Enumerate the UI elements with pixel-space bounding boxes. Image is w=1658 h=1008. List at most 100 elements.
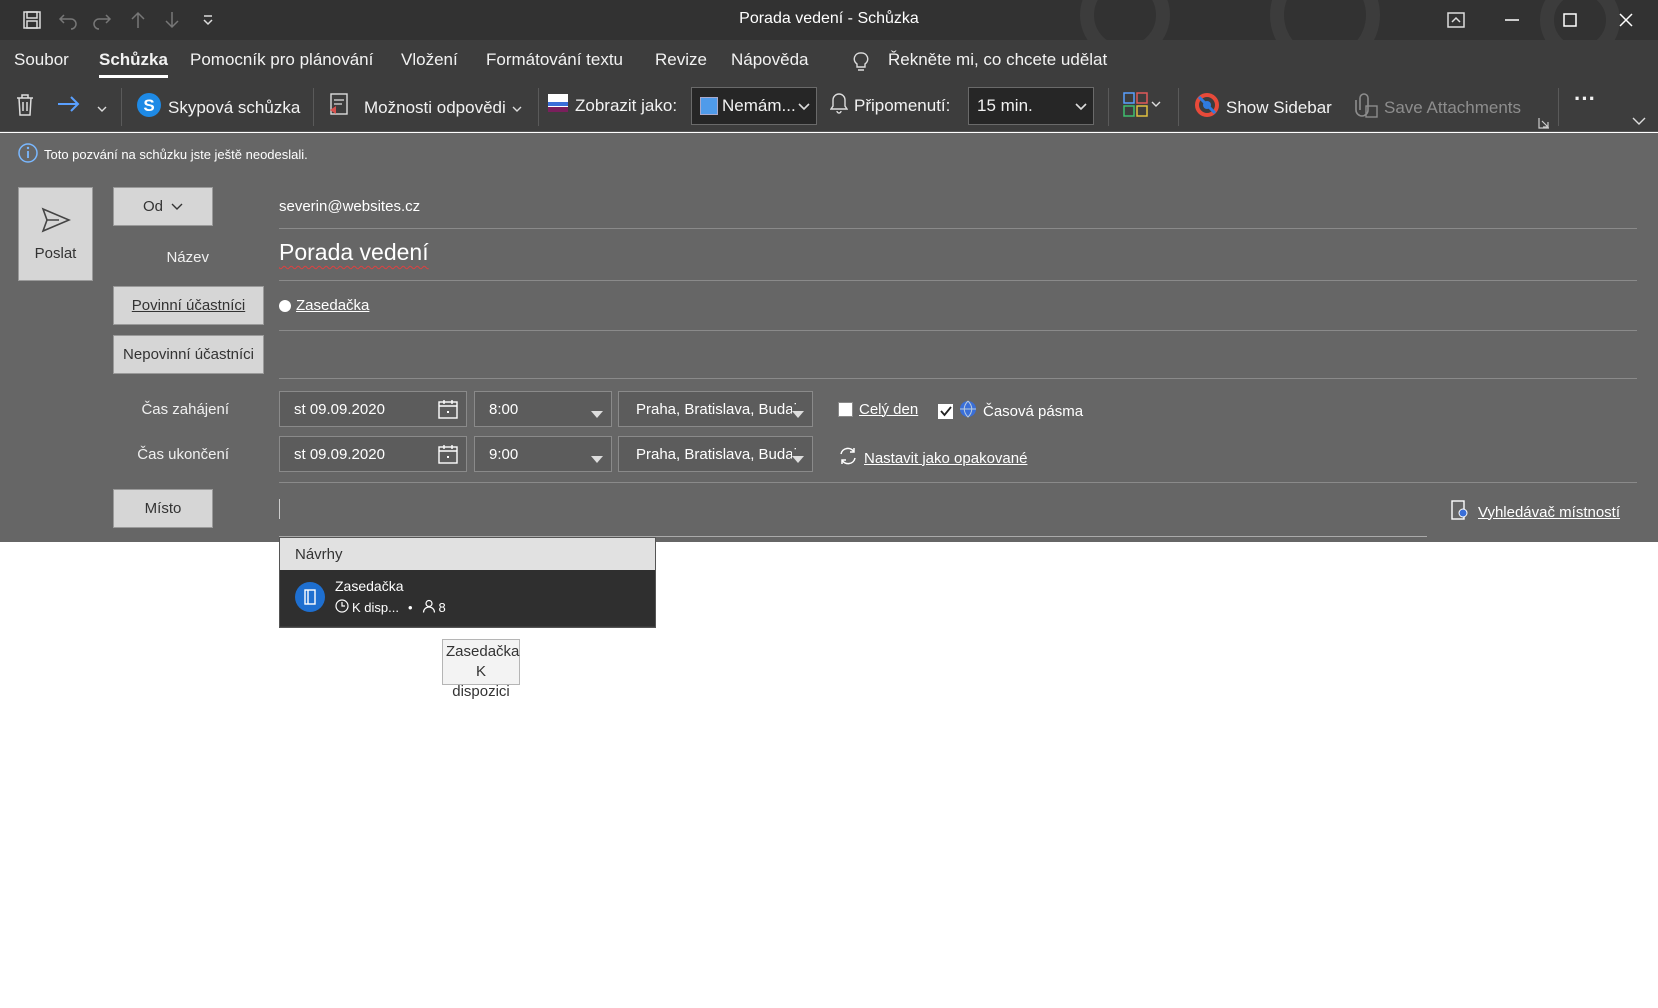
delete-icon[interactable] [14, 93, 36, 122]
show-as-value: Nemám... [722, 96, 796, 115]
ribbon-separator [313, 88, 314, 126]
tab-pomocnik[interactable]: Pomocník pro plánování [190, 50, 373, 70]
suggestion-details: K disp... • 8 [335, 599, 446, 616]
collapse-ribbon-icon[interactable] [1632, 113, 1646, 131]
minimize-icon[interactable] [1500, 8, 1524, 32]
sidebar-addin-icon [1194, 92, 1220, 123]
end-time-label: Čas ukončení [137, 446, 229, 463]
dropdown-arrow-icon [591, 406, 603, 423]
maximize-icon[interactable] [1558, 8, 1582, 32]
dropdown-arrow-icon [591, 451, 603, 468]
tell-me-search[interactable]: Řekněte mi, co chcete udělat [888, 50, 1107, 70]
end-timezone-select[interactable]: Praha, Bratislava, Budaj [618, 436, 813, 472]
response-options-button[interactable]: Možnosti odpovědi [328, 92, 522, 123]
start-timezone-select[interactable]: Praha, Bratislava, Budaj [618, 391, 813, 427]
ribbon-separator [1178, 88, 1179, 126]
show-sidebar-label: Show Sidebar [1226, 97, 1332, 117]
text-cursor [279, 499, 280, 519]
free-status-swatch [700, 97, 718, 115]
globe-icon [959, 400, 977, 422]
all-day-box [838, 402, 853, 417]
close-icon[interactable] [1614, 8, 1638, 32]
dropdown-arrow-icon [792, 451, 804, 468]
info-icon [18, 143, 38, 166]
show-as-select[interactable]: Nemám... [691, 87, 817, 125]
start-time-label: Čas zahájení [141, 401, 229, 418]
tab-soubor[interactable]: Soubor [14, 50, 69, 70]
all-day-checkbox[interactable]: Celý den [838, 401, 918, 418]
suggestions-header: Návrhy [280, 538, 655, 570]
required-attendees-button[interactable]: Povinní účastníci [113, 286, 264, 325]
availability-dot-icon [279, 299, 291, 312]
show-as-label-group: Zobrazit jako: [547, 92, 677, 119]
tab-schuzka[interactable]: Schůzka [99, 50, 168, 78]
clock-icon [335, 599, 349, 616]
dropdown-arrow-icon [792, 406, 804, 423]
send-icon [41, 207, 71, 237]
info-bar: Toto pozvání na schůzku jste ještě neode… [18, 143, 308, 166]
location-suggestions-dropdown: Návrhy Zasedačka K disp... • 8 [279, 537, 656, 628]
reminder-label: Připomenutí: [854, 95, 951, 115]
save-attachments-label: Save Attachments [1384, 97, 1522, 117]
categorize-icon[interactable] [1123, 92, 1163, 123]
start-time-select[interactable]: 8:00 [474, 391, 612, 427]
ribbon-display-icon[interactable] [1444, 8, 1468, 32]
time-zones-label: Časová pásma [983, 402, 1084, 420]
start-time-value: 8:00 [489, 400, 519, 418]
field-divider [279, 330, 1637, 331]
attendee-chip[interactable]: Zasedačka [296, 297, 369, 314]
tab-formatovani[interactable]: Formátování textu [486, 50, 623, 70]
calendar-icon[interactable] [438, 444, 458, 468]
recurrence-button[interactable]: Nastavit jako opakované [838, 446, 1027, 470]
chevron-down-icon [512, 98, 522, 118]
room-finder-icon [1450, 499, 1470, 525]
lightbulb-icon [852, 52, 870, 77]
show-as-icon [547, 92, 569, 119]
tab-napoveda[interactable]: Nápověda [731, 50, 809, 70]
suggestion-item[interactable]: Zasedačka K disp... • 8 [280, 570, 655, 626]
start-timezone-value: Praha, Bratislava, Budaj [636, 400, 797, 418]
from-email: severin@websites.cz [279, 198, 421, 215]
show-as-label: Zobrazit jako: [575, 95, 678, 115]
tab-vlozeni[interactable]: Vložení [401, 50, 458, 70]
location-button[interactable]: Místo [113, 489, 213, 528]
field-divider [279, 378, 1637, 379]
skype-meeting-button[interactable]: S Skypová schůzka [136, 92, 300, 123]
ribbon-separator [121, 88, 122, 126]
chevron-down-icon [1075, 97, 1087, 120]
suggestion-availability: K disp... [352, 600, 399, 615]
title-input[interactable]: Porada vedení [279, 239, 429, 266]
from-button[interactable]: Od [113, 187, 213, 226]
reminder-select[interactable]: 15 min. [968, 87, 1094, 125]
room-finder-label: Vyhledávač místností [1478, 503, 1621, 521]
skype-meeting-label: Skypová schůzka [168, 97, 301, 117]
checkmark-icon [938, 403, 953, 419]
response-options-icon [328, 92, 352, 123]
send-button[interactable]: Poslat [18, 187, 93, 281]
suggestion-capacity: 8 [438, 600, 446, 615]
optional-attendees-button[interactable]: Nepovinní účastníci [113, 335, 264, 374]
start-date-input[interactable]: st 09.09.2020 [279, 391, 467, 427]
forward-dropdown-icon[interactable] [97, 100, 107, 118]
dialog-launcher-icon[interactable] [1538, 116, 1550, 134]
forward-icon[interactable] [56, 94, 82, 119]
more-options-button[interactable]: ··· [1574, 86, 1596, 112]
room-finder-button[interactable]: Vyhledávač místností [1450, 499, 1620, 525]
response-options-label: Možnosti odpovědi [364, 97, 506, 117]
required-attendees-input[interactable]: Zasedačka [279, 297, 369, 314]
show-sidebar-button[interactable]: Show Sidebar [1194, 92, 1332, 123]
end-date-input[interactable]: st 09.09.2020 [279, 436, 467, 472]
save-attachments-button[interactable]: Save Attachments [1352, 92, 1521, 123]
tab-revize[interactable]: Revize [655, 50, 707, 70]
from-label: Od [142, 198, 163, 215]
time-zones-checkbox[interactable]: Časová pásma [938, 400, 1083, 422]
ribbon-separator [538, 88, 539, 126]
reminder-label-group: Připomenutí: [829, 92, 951, 119]
end-time-select[interactable]: 9:00 [474, 436, 612, 472]
svg-text:S: S [143, 96, 154, 115]
end-date-value: st 09.09.2020 [294, 445, 385, 463]
calendar-icon[interactable] [438, 399, 458, 423]
skype-icon: S [136, 92, 162, 123]
tooltip-line-2: K dispozici [452, 663, 510, 700]
end-timezone-value: Praha, Bratislava, Budaj [636, 445, 797, 463]
